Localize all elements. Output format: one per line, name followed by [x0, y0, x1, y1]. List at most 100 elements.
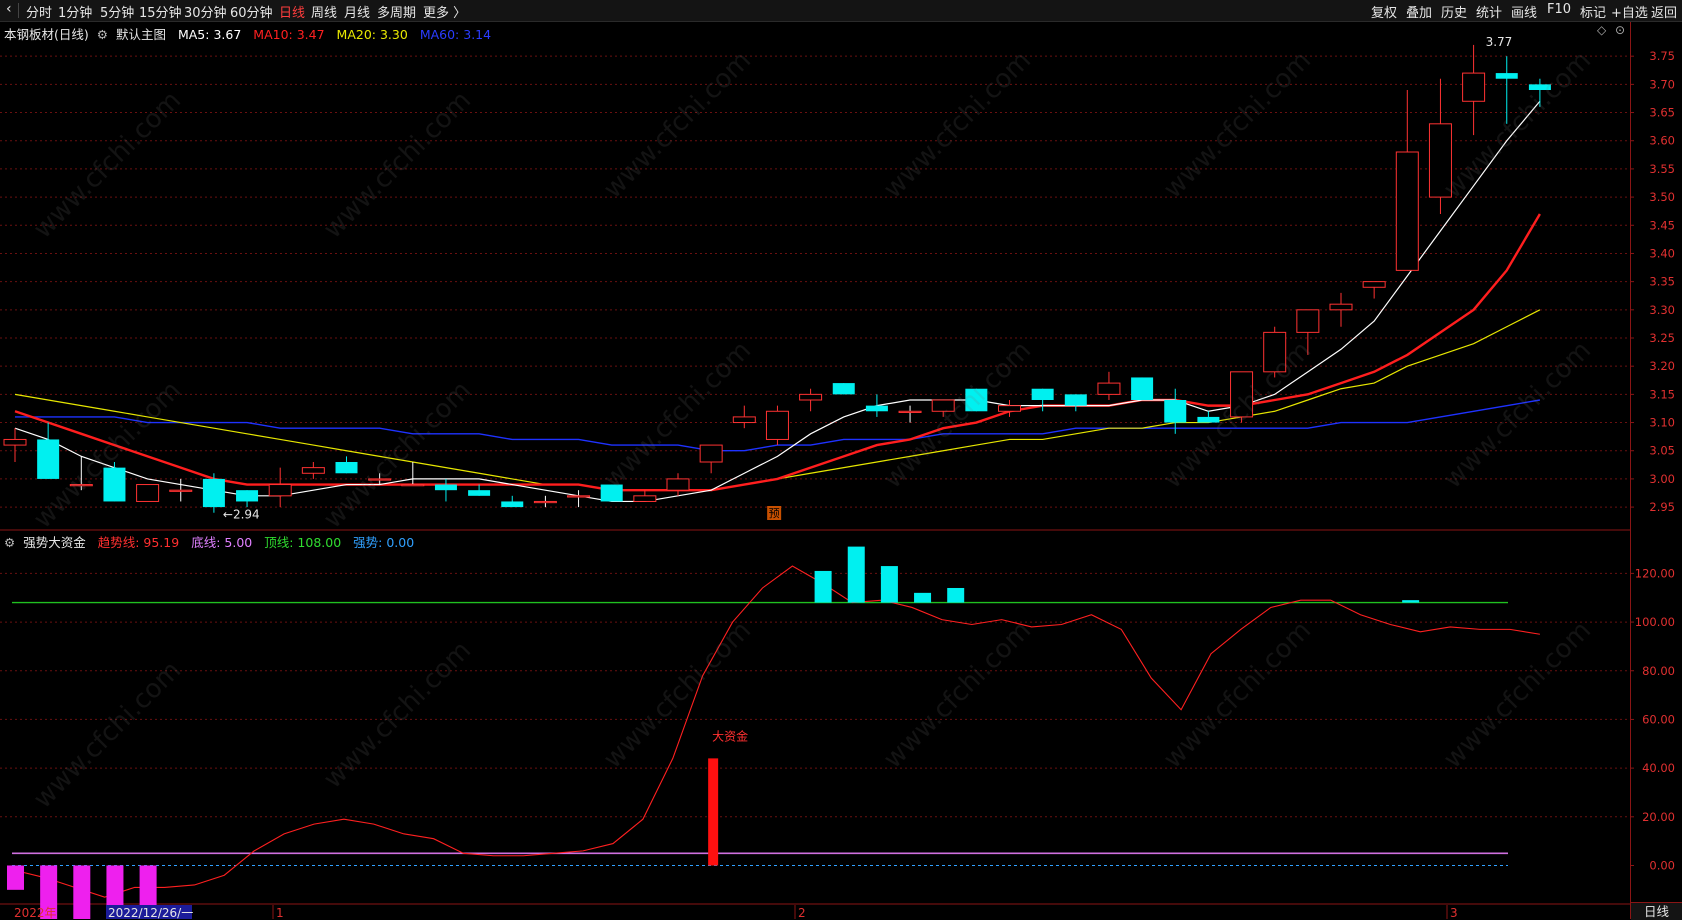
tab-more[interactable]: 更多 〉 [423, 2, 466, 21]
gear-icon[interactable]: ⚙ [97, 27, 108, 42]
back-arrow-icon[interactable]: ‹ [6, 1, 12, 17]
candle [567, 490, 591, 508]
ma20-line [14, 309, 1541, 491]
tab-60min[interactable]: 60分钟 [230, 2, 273, 21]
candle-body [501, 501, 524, 508]
tab-30min[interactable]: 30分钟 [184, 2, 227, 21]
candle-body [301, 467, 325, 474]
candle [501, 495, 524, 508]
candle-body [1263, 331, 1287, 373]
tab-5min[interactable]: 5分钟 [100, 2, 134, 21]
strength-bar [947, 587, 965, 603]
add-watchlist-button[interactable]: +自选 [1611, 2, 1648, 21]
candle-body [1131, 377, 1154, 400]
tab-monthly[interactable]: 月线 [344, 2, 370, 21]
candle-body [865, 405, 888, 412]
candle [202, 473, 225, 513]
candle [765, 405, 789, 446]
ma10-value: 3.47 [296, 27, 325, 42]
candle [1230, 371, 1254, 423]
price-tick-label: 3.30 [1649, 303, 1675, 317]
month-label: 2 [798, 906, 806, 919]
ma10-label: MA10: 3.47 [253, 27, 324, 42]
stats-button[interactable]: 统计 [1476, 2, 1502, 21]
candle-body [103, 467, 126, 502]
overlay-button[interactable]: 叠加 [1406, 2, 1432, 21]
diamond-icon[interactable]: ◇ [1597, 23, 1606, 37]
ma10-line [14, 213, 1541, 492]
candle [1164, 388, 1187, 434]
candle [434, 478, 457, 502]
tab-1min[interactable]: 1分钟 [58, 2, 92, 21]
candle [1528, 78, 1551, 107]
candle-body [169, 489, 193, 492]
low-price-label: ←2.94 [223, 508, 260, 522]
price-tick-label: 3.75 [1649, 49, 1675, 63]
main-legend: 本钢板材(日线) ⚙ 默认主图 MA5: 3.67 MA10: 3.47 MA2… [4, 24, 499, 43]
tab-multi-period[interactable]: 多周期 [377, 2, 416, 21]
month-label: 3 [1450, 906, 1458, 919]
bottom-period-tab[interactable]: 日线 [1631, 902, 1682, 920]
candle [301, 462, 325, 479]
strength-label: 强势: 0.00 [353, 535, 414, 550]
price-tick-label: 3.15 [1649, 387, 1675, 401]
ma10-name: MA10: [253, 27, 293, 42]
return-button[interactable]: 返回 [1651, 2, 1677, 21]
candle-body [3, 438, 27, 446]
indicator-grid [0, 572, 1634, 866]
candle [931, 399, 955, 417]
template-label[interactable]: 默认主图 [116, 27, 166, 42]
price-tick-label: 3.00 [1649, 472, 1675, 486]
candle [633, 490, 657, 502]
candle-body [567, 495, 591, 498]
candle-body [1362, 281, 1386, 288]
candle-body [732, 416, 756, 424]
candle-body [268, 484, 292, 497]
candle-body [1164, 400, 1187, 423]
f10-button[interactable]: F10 [1547, 2, 1571, 17]
strength-bar [847, 546, 865, 603]
tab-daily[interactable]: 日线 [279, 2, 305, 21]
axis-divider [1630, 22, 1631, 919]
tab-fenshi[interactable]: 分时 [26, 2, 52, 21]
candle [1097, 371, 1121, 400]
price-tick-label: 3.10 [1649, 416, 1675, 430]
candle [468, 484, 491, 496]
ma60-name: MA60: [419, 27, 460, 42]
kline-chart[interactable]: 3.75 3.70 3.65 3.60 3.55 3.50 3.45 3.40 3.35 3.30… [0, 22, 1682, 919]
price-tick-label: 3.70 [1649, 77, 1675, 91]
candle-body [335, 462, 358, 474]
candle [732, 405, 756, 429]
candle [401, 462, 425, 487]
period-toolbar: ‹ 分时 1分钟 5分钟 15分钟 30分钟 60分钟 日线 周线 月线 多周期… [0, 0, 1682, 22]
price-tick-label: 3.20 [1649, 359, 1675, 373]
ma20-name: MA20: [336, 27, 376, 42]
draw-button[interactable]: 画线 [1511, 2, 1537, 21]
candles [3, 44, 1551, 513]
indicator-name[interactable]: 强势大资金 [23, 535, 86, 550]
indicator-tick-label: 20.00 [1642, 810, 1675, 824]
mark-button[interactable]: 标记 [1580, 2, 1606, 21]
fuquan-button[interactable]: 复权 [1371, 2, 1397, 21]
trend-line-name: 趋势线: [97, 535, 140, 550]
candle-body [600, 484, 623, 502]
gear-icon[interactable]: ⚙ [4, 535, 15, 550]
tab-weekly[interactable]: 周线 [311, 2, 337, 21]
ma20-value: 3.30 [379, 27, 408, 42]
history-button[interactable]: 历史 [1441, 2, 1467, 21]
candle-body [965, 388, 988, 412]
big-money-label: 大资金 [712, 728, 748, 743]
strength-bar [814, 570, 832, 603]
candle [1064, 394, 1087, 412]
candle [136, 484, 160, 502]
top-line-label: 顶线: 108.00 [264, 535, 341, 550]
candle [268, 467, 292, 508]
candle-body [69, 484, 93, 487]
tab-15min[interactable]: 15分钟 [139, 2, 182, 21]
close-icon[interactable]: ⊙ [1615, 23, 1625, 37]
ma5-value: 3.67 [213, 27, 242, 42]
strength-bar [1402, 600, 1420, 603]
price-grid [0, 55, 1634, 508]
candle [103, 462, 126, 502]
candle [1131, 377, 1154, 400]
